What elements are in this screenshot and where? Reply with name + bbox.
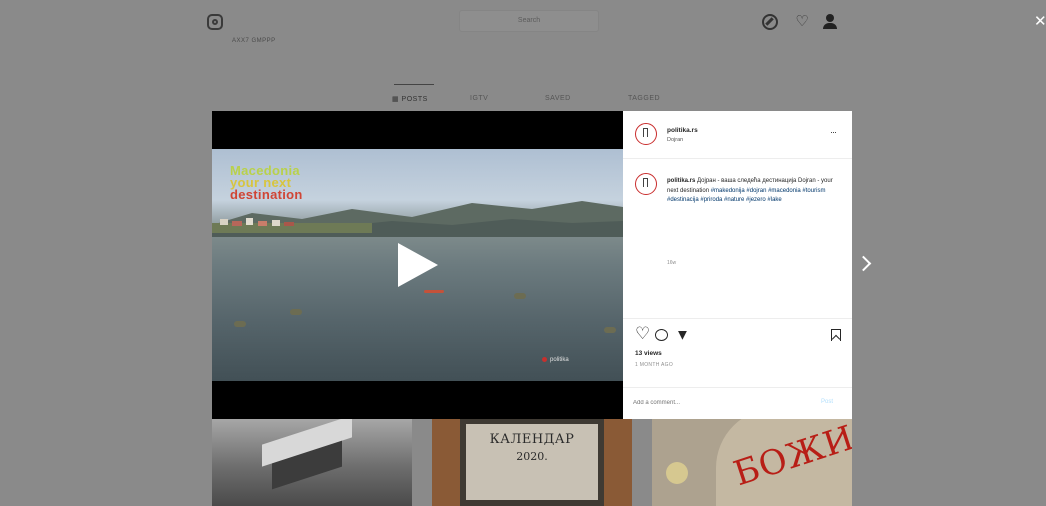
post-username[interactable]: politika.rs — [667, 127, 698, 134]
active-tab-indicator — [394, 84, 434, 85]
post-modal: Macedonia your next destination politika… — [212, 111, 852, 419]
tab-saved[interactable]: SAVED — [545, 95, 571, 102]
video-player[interactable]: Macedonia your next destination politika — [212, 111, 623, 419]
avatar[interactable] — [635, 123, 657, 145]
view-count[interactable]: 13 views — [635, 350, 662, 357]
video-caption: Macedonia your next destination — [230, 163, 303, 202]
calendar-frame: КАЛЕНДАР 2020. — [460, 418, 604, 506]
boat — [604, 327, 616, 333]
top-nav-bar: AXX7 GMPPP Search ♡ — [0, 0, 1046, 52]
compass-icon[interactable] — [762, 14, 778, 30]
post-details-panel: politika.rs Dojran ··· politika.rs Дојра… — [623, 111, 852, 419]
avatar[interactable] — [635, 173, 657, 195]
post-thumbnail[interactable]: КАЛЕНДАР 2020. — [432, 418, 632, 506]
tab-tagged[interactable]: TAGGED — [628, 95, 660, 102]
boat — [234, 321, 246, 327]
thumbnail-year: 2020. — [516, 450, 548, 463]
tab-igtv[interactable]: IGTV — [470, 95, 488, 102]
close-icon[interactable]: ✕ — [1034, 14, 1046, 30]
profile-icon[interactable] — [822, 14, 838, 30]
play-icon[interactable] — [398, 243, 438, 287]
caption-time: 16w — [667, 260, 677, 266]
post-thumbnail[interactable] — [212, 418, 412, 506]
share-icon[interactable]: ▲ — [675, 327, 690, 344]
tab-posts[interactable]: ▦ POSTS — [392, 95, 428, 103]
search-input[interactable]: Search — [459, 10, 599, 32]
instagram-logo-icon[interactable] — [207, 14, 223, 30]
post-location[interactable]: Dojran — [667, 137, 683, 143]
post-comment-button[interactable]: Post — [821, 399, 833, 405]
post-date: 1 MONTH AGO — [635, 362, 674, 368]
boat — [514, 293, 526, 299]
comment-bar: Post — [623, 387, 852, 420]
comment-icon[interactable] — [655, 329, 668, 341]
caption-username[interactable]: politika.rs — [667, 178, 695, 184]
village-graphic — [212, 218, 372, 233]
post-header: politika.rs Dojran ··· — [623, 111, 852, 159]
thumbnail-title: КАЛЕНДАР — [489, 432, 575, 447]
bookmark-icon[interactable] — [831, 329, 841, 341]
kayak — [424, 290, 444, 293]
like-heart-icon[interactable]: ♡ — [635, 325, 651, 342]
profile-username: AXX7 GMPPP — [232, 38, 276, 44]
boat — [290, 309, 302, 315]
more-icon[interactable]: ··· — [830, 127, 837, 137]
comment-input[interactable] — [633, 396, 803, 410]
post-actions: ♡ ▲ 13 views 1 MONTH AGO Post — [623, 318, 852, 419]
post-caption: politika.rs Дојран - ваша следећа дестин… — [667, 177, 843, 206]
heart-icon[interactable]: ♡ — [794, 14, 810, 30]
video-watermark: politika — [542, 357, 569, 363]
post-thumbnail[interactable]: БОЖИ — [652, 418, 852, 506]
